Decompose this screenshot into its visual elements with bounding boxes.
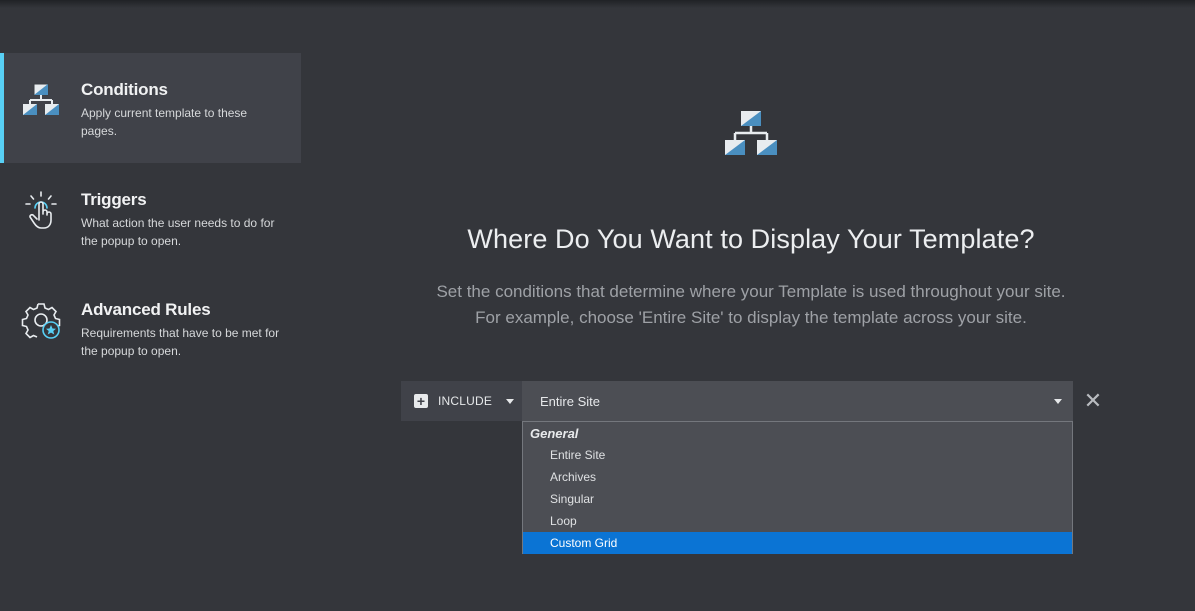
dropdown-option-archives[interactable]: Archives	[523, 466, 1072, 488]
condition-select[interactable]: Entire Site	[522, 381, 1073, 421]
tab-title: Conditions	[81, 80, 168, 99]
gear-star-icon	[21, 303, 61, 339]
page-subtitle: Set the conditions that determine where …	[301, 279, 1195, 331]
close-icon[interactable]: ✕	[1083, 390, 1103, 412]
dropdown-group-label: General	[530, 426, 579, 441]
tab-description: Apply current template to these pages.	[81, 106, 248, 138]
include-exclude-select[interactable]: + INCLUDE	[401, 381, 522, 421]
subtitle-line: Set the conditions that determine where …	[436, 282, 1066, 301]
tab-description: Requirements that have to be met for the…	[81, 326, 280, 358]
sitemap-icon	[23, 83, 59, 115]
tap-gesture-icon	[25, 191, 57, 229]
tab-title: Triggers	[81, 190, 147, 209]
page-title: Where Do You Want to Display Your Templa…	[467, 224, 1035, 254]
subtitle-line: For example, choose 'Entire Site' to dis…	[475, 308, 1027, 327]
dropdown-option-custom-grid[interactable]: Custom Grid	[523, 532, 1072, 554]
tab-triggers[interactable]: Triggers What action the user needs to d…	[0, 163, 301, 273]
condition-dropdown: General Entire Site Archives Singular Lo…	[522, 421, 1073, 554]
include-label: INCLUDE	[438, 394, 493, 408]
tab-title: Advanced Rules	[81, 300, 211, 319]
dropdown-option-singular[interactable]: Singular	[523, 488, 1072, 510]
sitemap-icon	[725, 111, 777, 155]
dropdown-option-loop[interactable]: Loop	[523, 510, 1072, 532]
plus-icon: +	[414, 394, 428, 408]
condition-select-value: Entire Site	[540, 393, 600, 409]
main-panel: Where Do You Want to Display Your Templa…	[301, 0, 1195, 611]
chevron-down-icon	[506, 398, 515, 404]
sidebar: Conditions Apply current template to the…	[0, 53, 301, 383]
tab-advanced-rules[interactable]: Advanced Rules Requirements that have to…	[0, 273, 301, 383]
tab-description: What action the user needs to do for the…	[81, 216, 275, 248]
dropdown-option-entire-site[interactable]: Entire Site	[523, 444, 1072, 466]
tab-conditions[interactable]: Conditions Apply current template to the…	[0, 53, 301, 163]
chevron-down-icon	[1054, 398, 1062, 404]
